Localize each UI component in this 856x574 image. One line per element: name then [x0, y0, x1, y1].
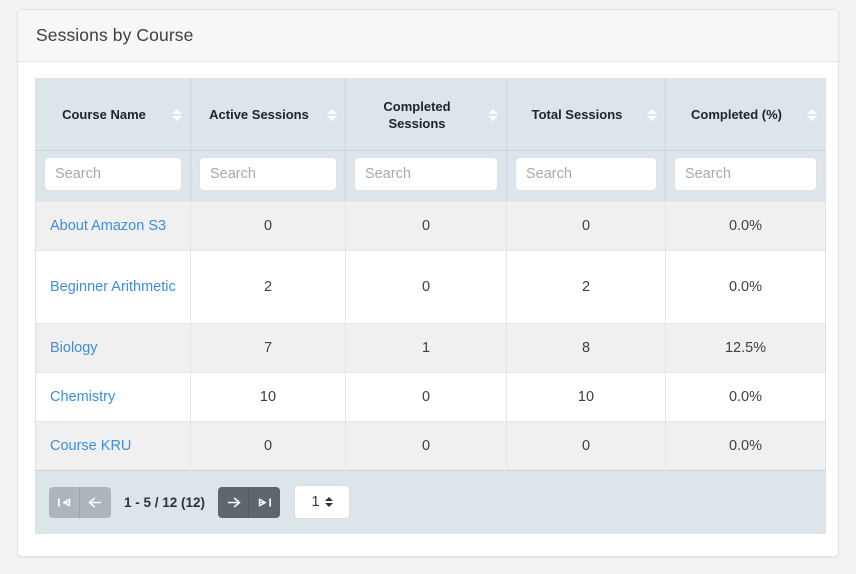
first-page-button[interactable] [49, 486, 80, 518]
sort-both-icon[interactable] [487, 107, 498, 123]
cell-completed-pct: 0.0% [665, 421, 826, 471]
search-input-completed-pct[interactable] [674, 157, 817, 191]
cell-course-name: Beginner Arithmetic [35, 250, 191, 324]
pagination-cell: 1 - 5 / 12 (12) 1 [35, 470, 826, 534]
previous-page-button[interactable] [80, 486, 111, 518]
sort-both-icon[interactable] [171, 107, 182, 123]
last-page-button[interactable] [249, 486, 281, 518]
cell-active-sessions: 0 [190, 421, 346, 471]
panel-header: Sessions by Course [18, 10, 838, 62]
course-link[interactable]: Biology [50, 340, 98, 356]
page-number-value: 1 [311, 494, 320, 510]
cell-completed-sessions: 1 [345, 323, 507, 373]
cell-total-sessions: 2 [506, 250, 666, 324]
filter-row [35, 150, 826, 202]
panel-body: Course Name Active Sessions Completed Se… [18, 62, 838, 534]
cell-completed-sessions: 0 [345, 372, 507, 422]
cell-course-name: About Amazon S3 [35, 201, 191, 251]
page-title: Sessions by Course [36, 25, 194, 45]
sessions-by-course-panel: Sessions by Course Course Name Active Se… [17, 9, 839, 557]
filter-cell-course-name [35, 150, 191, 202]
filter-cell-completed-pct [665, 150, 826, 202]
cell-total-sessions: 8 [506, 323, 666, 373]
cell-active-sessions: 7 [190, 323, 346, 373]
cell-completed-sessions: 0 [345, 421, 507, 471]
table-row: Beginner Arithmetic 2 0 2 0.0% [35, 250, 826, 324]
page-number-stepper[interactable]: 1 [294, 485, 351, 519]
header-row: Course Name Active Sessions Completed Se… [35, 78, 826, 151]
column-header-label: Completed Sessions [383, 98, 451, 131]
cell-total-sessions: 0 [506, 201, 666, 251]
column-header-active-sessions[interactable]: Active Sessions [190, 78, 346, 151]
table-row: Course KRU 0 0 0 0.0% [35, 421, 826, 471]
sort-both-icon[interactable] [806, 107, 817, 123]
column-header-label: Completed (%) [691, 107, 782, 122]
search-input-active-sessions[interactable] [199, 157, 337, 191]
previous-page-icon [88, 497, 102, 507]
course-link[interactable]: Course KRU [50, 438, 131, 454]
cell-completed-pct: 12.5% [665, 323, 826, 373]
last-page-icon [258, 498, 272, 506]
cell-active-sessions: 0 [190, 201, 346, 251]
cell-completed-pct: 0.0% [665, 372, 826, 422]
table-row: Biology 7 1 8 12.5% [35, 323, 826, 373]
next-page-icon [227, 497, 240, 507]
cell-active-sessions: 10 [190, 372, 346, 422]
pagination-bar: 1 - 5 / 12 (12) 1 [36, 471, 825, 533]
stepper-arrows-icon[interactable] [324, 497, 333, 507]
cell-completed-pct: 0.0% [665, 250, 826, 324]
column-header-course-name[interactable]: Course Name [35, 78, 191, 151]
pagination-info: 1 - 5 / 12 (12) [124, 494, 206, 510]
sessions-table: Course Name Active Sessions Completed Se… [35, 78, 826, 534]
cell-active-sessions: 2 [190, 250, 346, 324]
search-input-total-sessions[interactable] [515, 157, 657, 191]
sort-both-icon[interactable] [326, 107, 337, 123]
column-header-label: Total Sessions [531, 107, 623, 122]
sort-both-icon[interactable] [646, 107, 657, 123]
cell-completed-sessions: 0 [345, 201, 507, 251]
first-page-icon [57, 498, 70, 506]
table-body: About Amazon S3 0 0 0 0.0% Beginner Arit… [35, 201, 826, 471]
pagination-forward-group [218, 486, 281, 518]
cell-total-sessions: 10 [506, 372, 666, 422]
search-input-course-name[interactable] [44, 157, 182, 191]
pagination-back-group [49, 486, 111, 518]
cell-total-sessions: 0 [506, 421, 666, 471]
course-link[interactable]: About Amazon S3 [50, 218, 166, 234]
table-row: About Amazon S3 0 0 0 0.0% [35, 201, 826, 251]
cell-course-name: Biology [35, 323, 191, 373]
column-header-completed-pct[interactable]: Completed (%) [665, 78, 826, 151]
cell-completed-sessions: 0 [345, 250, 507, 324]
course-link[interactable]: Chemistry [50, 389, 115, 405]
column-header-label: Course Name [62, 107, 146, 122]
next-page-button[interactable] [218, 486, 250, 518]
cell-completed-pct: 0.0% [665, 201, 826, 251]
filter-cell-active-sessions [190, 150, 346, 202]
table-row: Chemistry 10 0 10 0.0% [35, 372, 826, 422]
filter-cell-total-sessions [506, 150, 666, 202]
cell-course-name: Course KRU [35, 421, 191, 471]
course-link[interactable]: Beginner Arithmetic [50, 279, 176, 295]
table-header: Course Name Active Sessions Completed Se… [35, 78, 826, 202]
cell-course-name: Chemistry [35, 372, 191, 422]
column-header-completed-sessions[interactable]: Completed Sessions [345, 78, 507, 151]
column-header-label: Active Sessions [209, 107, 309, 122]
table-footer: 1 - 5 / 12 (12) 1 [35, 470, 826, 534]
column-header-total-sessions[interactable]: Total Sessions [506, 78, 666, 151]
search-input-completed-sessions[interactable] [354, 157, 498, 191]
filter-cell-completed-sessions [345, 150, 507, 202]
